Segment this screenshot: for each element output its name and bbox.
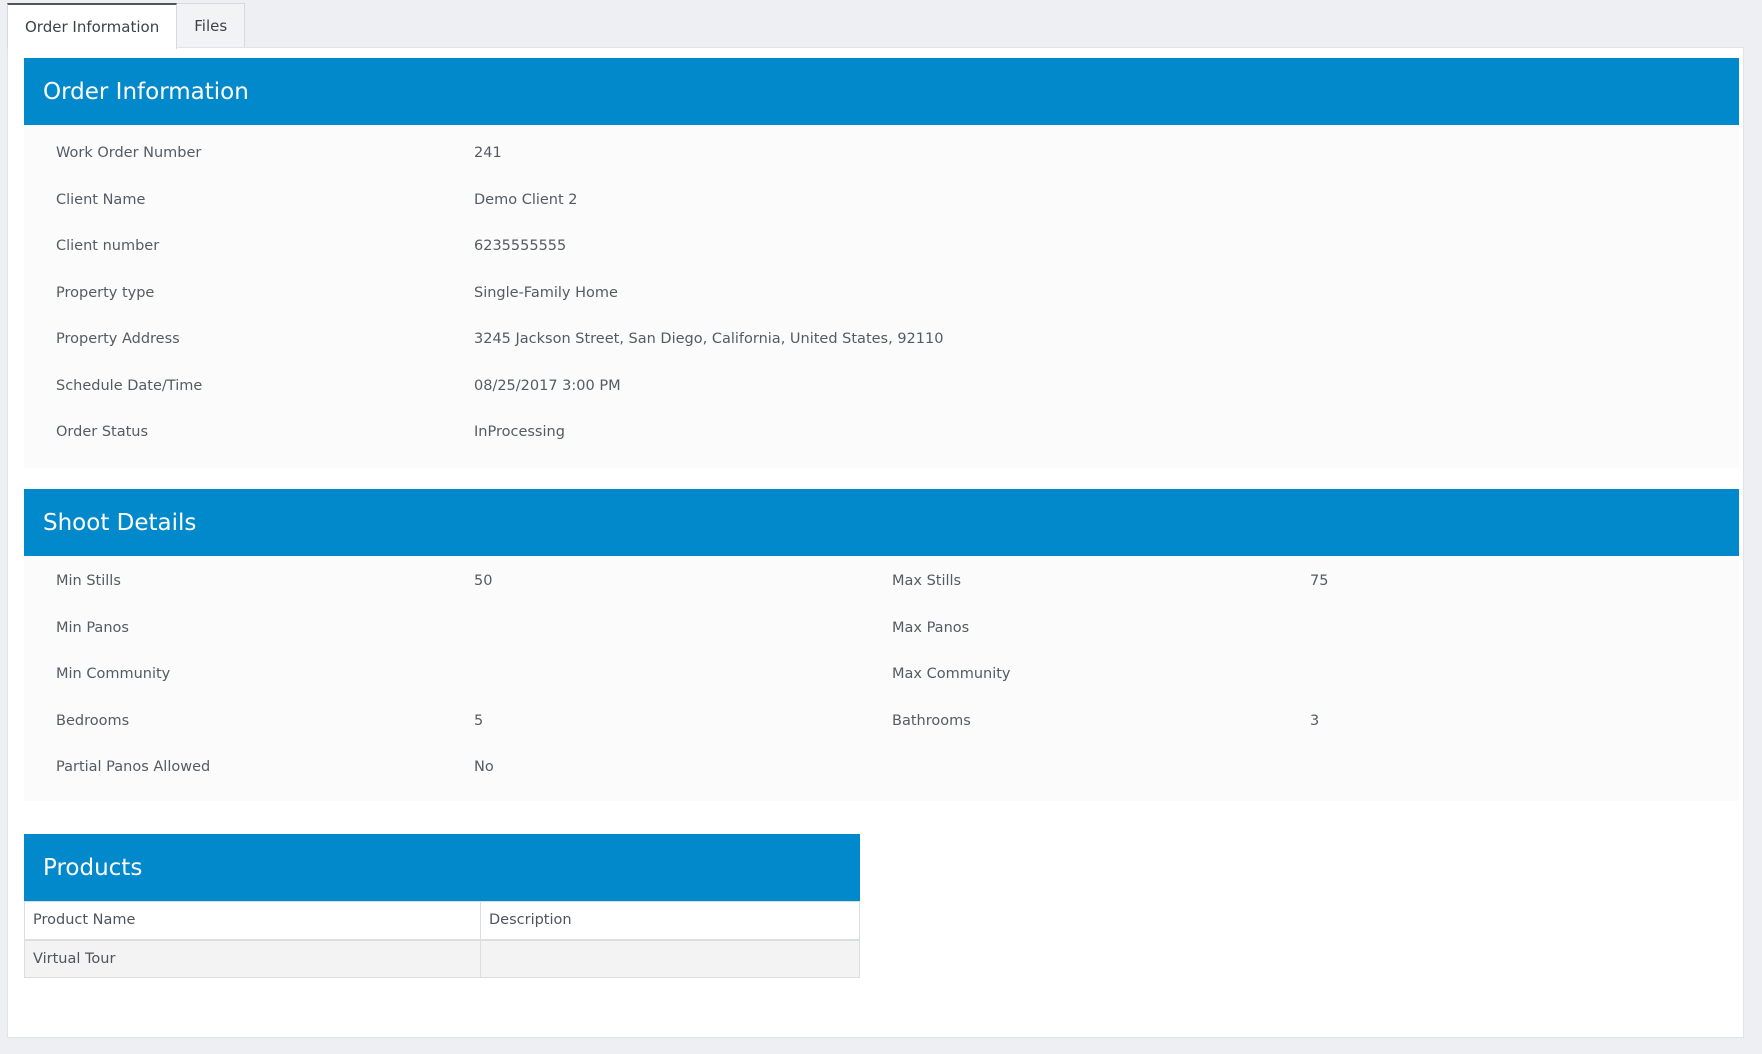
field-label: Max Panos bbox=[892, 619, 970, 636]
shoot-details-header: Shoot Details bbox=[24, 489, 1739, 556]
field-label: Bedrooms bbox=[56, 712, 130, 729]
field-label: Work Order Number bbox=[56, 145, 202, 162]
field-label bbox=[892, 744, 1310, 791]
order-information-fields: Work Order Number 241 Client Name Demo C… bbox=[24, 125, 1739, 468]
field-value: 5 bbox=[474, 712, 484, 729]
field-label: Max Community bbox=[892, 666, 1011, 683]
field-value: 3245 Jackson Street, San Diego, Californ… bbox=[474, 331, 944, 348]
field-value: Demo Client 2 bbox=[474, 191, 578, 208]
field-value bbox=[1310, 744, 1758, 791]
shoot-details-card: Shoot Details Min Stills 50 Max Stills 7… bbox=[24, 489, 1739, 801]
order-information-card: Order Information Work Order Number 241 … bbox=[24, 58, 1739, 468]
field-label: Client number bbox=[56, 238, 160, 255]
column-header-description[interactable]: Description bbox=[480, 901, 860, 941]
field-label: Min Community bbox=[56, 666, 171, 683]
field-value: 6235555555 bbox=[474, 238, 567, 255]
column-header-product-name[interactable]: Product Name bbox=[24, 901, 481, 941]
field-label: Client Name bbox=[56, 191, 146, 208]
field-label: Min Panos bbox=[56, 619, 129, 636]
order-status-value: InProcessing bbox=[474, 424, 565, 441]
field-value bbox=[1310, 605, 1758, 652]
table-header-row: Product Name Description bbox=[24, 901, 860, 941]
field-value: 3 bbox=[1310, 712, 1320, 729]
product-description-cell bbox=[480, 939, 860, 978]
field-value bbox=[1310, 651, 1758, 698]
tab-bar: Order Information Files bbox=[7, 3, 246, 49]
field-value: 08/25/2017 3:00 PM bbox=[474, 377, 621, 394]
field-value: Single-Family Home bbox=[474, 284, 618, 301]
order-information-header: Order Information bbox=[24, 58, 1739, 125]
tab-order-information[interactable]: Order Information bbox=[7, 3, 178, 49]
field-value: 75 bbox=[1310, 573, 1329, 590]
shoot-details-fields: Min Stills 50 Max Stills 75 Min Panos Ma… bbox=[24, 556, 1739, 801]
field-label: Order Status bbox=[56, 424, 149, 441]
field-value: 241 bbox=[474, 145, 502, 162]
field-label: Bathrooms bbox=[892, 712, 971, 729]
field-label: Property Address bbox=[56, 331, 180, 348]
field-value bbox=[474, 605, 892, 652]
products-card: Products Product Name Description Virtua… bbox=[24, 834, 860, 978]
field-label: Property type bbox=[56, 284, 155, 301]
products-header: Products bbox=[24, 834, 860, 901]
field-label: Partial Panos Allowed bbox=[56, 759, 211, 776]
field-label: Schedule Date/Time bbox=[56, 377, 203, 394]
products-table: Product Name Description Virtual Tour bbox=[24, 901, 860, 978]
field-value: 50 bbox=[474, 573, 493, 590]
field-value bbox=[474, 651, 892, 698]
tab-files[interactable]: Files bbox=[176, 3, 246, 48]
product-name-cell: Virtual Tour bbox=[24, 939, 481, 978]
tab-content-panel: Order Information Work Order Number 241 … bbox=[7, 47, 1744, 1038]
field-label: Max Stills bbox=[892, 573, 962, 590]
table-row[interactable]: Virtual Tour bbox=[24, 939, 860, 978]
field-value: No bbox=[474, 759, 494, 776]
field-label: Min Stills bbox=[56, 573, 121, 590]
